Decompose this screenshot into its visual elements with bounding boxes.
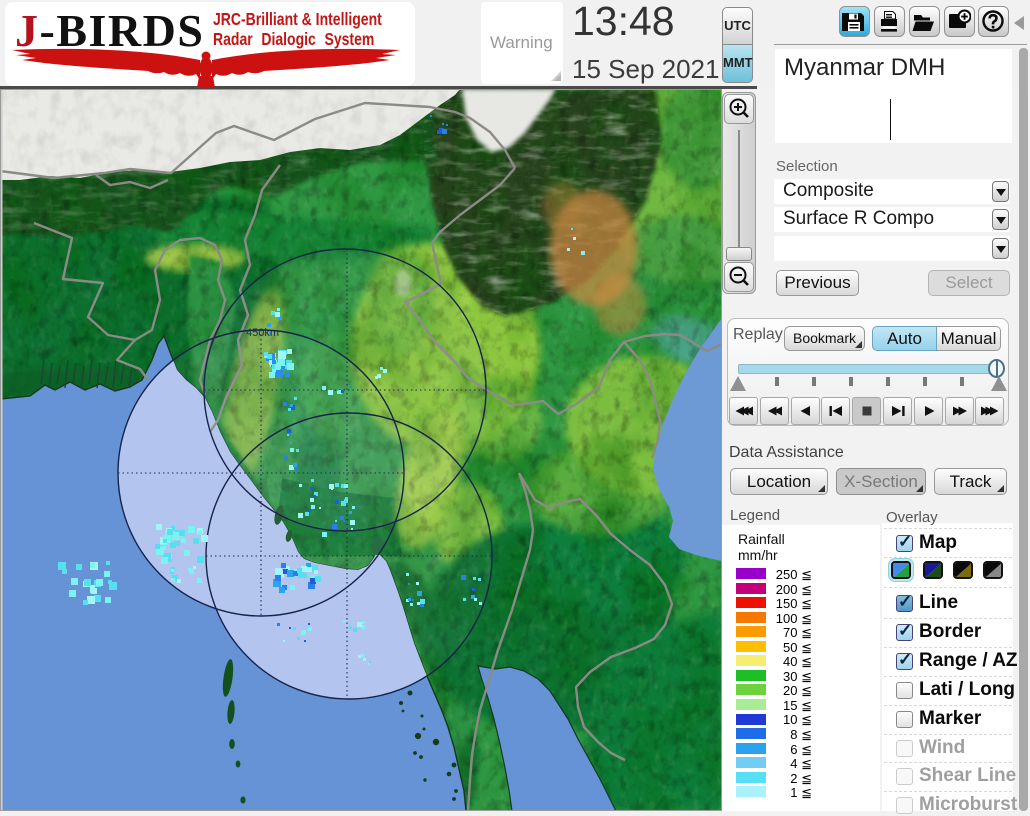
svg-text:450km: 450km bbox=[246, 327, 279, 339]
